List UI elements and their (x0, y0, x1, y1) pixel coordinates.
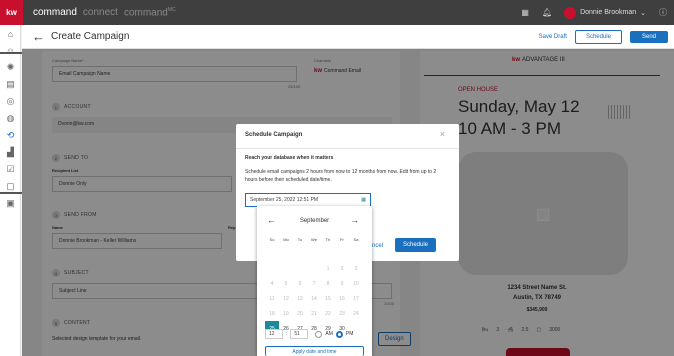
datetime-picker: ← September → Su Mo Tu We Th Fr Sa 1 2 3… (257, 206, 372, 356)
pm-radio[interactable] (335, 330, 343, 338)
schedule-header-button[interactable]: Schedule (574, 30, 622, 44)
home-icon[interactable]: ⌂ (0, 25, 21, 42)
week-row: 18 19 20 21 22 23 24 (265, 306, 365, 321)
day-cell: 24 (353, 310, 359, 317)
day-cell (293, 261, 307, 276)
megaphone-icon[interactable]: ✺ (0, 59, 21, 76)
modal-body-text: Schedule email campaigns 2 hours from no… (245, 169, 437, 183)
bell-icon[interactable]: 🔔︎ (542, 8, 552, 18)
edge-strip-left-top (0, 52, 22, 54)
user-name: Donnie Brookman (580, 9, 637, 16)
cancel-button[interactable]: ncel (372, 243, 383, 249)
help-icon[interactable]: ⓘ (658, 8, 668, 18)
day-cell: 19 (283, 310, 289, 317)
day-cell: 14 (311, 295, 317, 302)
nav-command-mc-sup: MC (167, 6, 176, 13)
day-cell: 2 (340, 265, 344, 272)
datetime-value: September 25, 2022 12:51 PM (250, 197, 319, 203)
page-title: Create Campaign (51, 31, 130, 42)
day-cell: 7 (312, 280, 316, 287)
weekday-label: Fr (340, 236, 344, 242)
pm-label: PM (345, 331, 354, 337)
globe-icon[interactable]: ◎ (0, 93, 21, 110)
close-icon[interactable]: × (440, 129, 445, 139)
weekday-label: Mo (283, 236, 289, 242)
weekday-label: Th (325, 236, 331, 242)
avatar (564, 6, 577, 19)
weekday-label: We (311, 236, 317, 242)
binoculars-icon[interactable]: ◍ (0, 110, 21, 127)
week-row: 11 12 13 14 15 16 17 (265, 291, 365, 306)
modal-title: Schedule Campaign (245, 132, 303, 138)
weekday-header: Su Mo Tu We Th Fr Sa (265, 234, 365, 244)
day-cell: 11 (269, 295, 275, 302)
nav-command-mc[interactable]: commandMC (124, 7, 176, 18)
opportunities-icon[interactable]: ▤ (0, 76, 21, 93)
apply-date-time-button[interactable]: Apply date and time (265, 346, 364, 356)
user-menu[interactable]: Donnie Brookman ⌄ (564, 6, 646, 19)
day-cell: 1 (326, 265, 330, 272)
next-month-button[interactable]: → (350, 215, 359, 225)
schedule-button[interactable]: Schedule (395, 238, 437, 252)
top-bar: kw command connect commandMC ▦ 🔔︎ Donnie… (0, 0, 674, 25)
minute-input[interactable]: 51 (290, 329, 309, 339)
modal-divider (236, 148, 459, 149)
hour-input[interactable]: 12 (265, 329, 283, 339)
am-radio[interactable] (315, 330, 323, 338)
day-cell (279, 261, 293, 276)
day-cell: 6 (298, 280, 302, 287)
day-cell: 10 (353, 280, 359, 287)
contacts-icon[interactable]: ☺ (0, 42, 21, 59)
day-cell: 20 (297, 310, 303, 317)
day-cell: 13 (297, 295, 303, 302)
kw-logo[interactable]: kw (0, 0, 23, 25)
chevron-down-icon: ⌄ (640, 9, 646, 17)
page-header: ← Create Campaign Save Draft Schedule Se… (22, 25, 674, 49)
insights-icon[interactable]: ▟ (0, 144, 21, 161)
weekday-label: Sa (353, 236, 359, 242)
nav-command-mc-label: command (123, 7, 168, 19)
save-draft-button[interactable]: Save Draft (539, 34, 567, 40)
time-picker: 12 : 51 AM PM (265, 329, 353, 339)
send-button[interactable]: Send (629, 31, 668, 43)
brand-command[interactable]: command (33, 7, 77, 18)
campaign-icon[interactable]: ⟲ (0, 127, 21, 144)
nav-connect[interactable]: connect (83, 7, 118, 18)
calendar-icon: ▦ (361, 197, 366, 203)
left-nav: ⌂ ☺ ✺ ▤ ◎ ◍ ⟲ ▟ ☑ ▢ ▣ (0, 25, 21, 356)
modal-heading: Reach your database when it matters (245, 155, 334, 161)
datetime-input[interactable]: September 25, 2022 12:51 PM ▦ (245, 193, 371, 207)
back-arrow-icon[interactable]: ← (32, 29, 45, 44)
week-row: 1 2 3 (265, 261, 365, 276)
stack-icon[interactable]: ▣ (0, 195, 21, 212)
day-cell: 18 (269, 310, 275, 317)
day-cell: 4 (270, 280, 274, 287)
day-cell: 5 (284, 280, 288, 287)
day-cell: 16 (339, 295, 345, 302)
day-cell (265, 261, 279, 276)
day-cell: 8 (326, 280, 330, 287)
week-row: 4 5 6 7 8 9 10 (265, 276, 365, 291)
day-cell: 9 (340, 280, 344, 287)
day-cell: 22 (325, 310, 331, 317)
day-cell: 17 (353, 295, 359, 302)
time-separator: : (286, 331, 288, 337)
am-label: AM (325, 331, 333, 337)
day-cell: 23 (339, 310, 345, 317)
day-cell: 15 (325, 295, 331, 302)
day-cell: 12 (283, 295, 289, 302)
checklist-icon[interactable]: ☑ (0, 161, 21, 178)
edge-strip-left-bottom (0, 192, 22, 194)
day-cell (307, 261, 321, 276)
weekday-label: Tu (297, 236, 303, 242)
weekday-label: Su (269, 236, 275, 242)
day-cell: 21 (311, 310, 317, 317)
day-cell: 3 (354, 265, 358, 272)
apps-grid-icon[interactable]: ▦ (520, 8, 530, 18)
calendar-grid: Su Mo Tu We Th Fr Sa 1 2 3 4 5 6 7 8 9 1… (265, 237, 365, 336)
